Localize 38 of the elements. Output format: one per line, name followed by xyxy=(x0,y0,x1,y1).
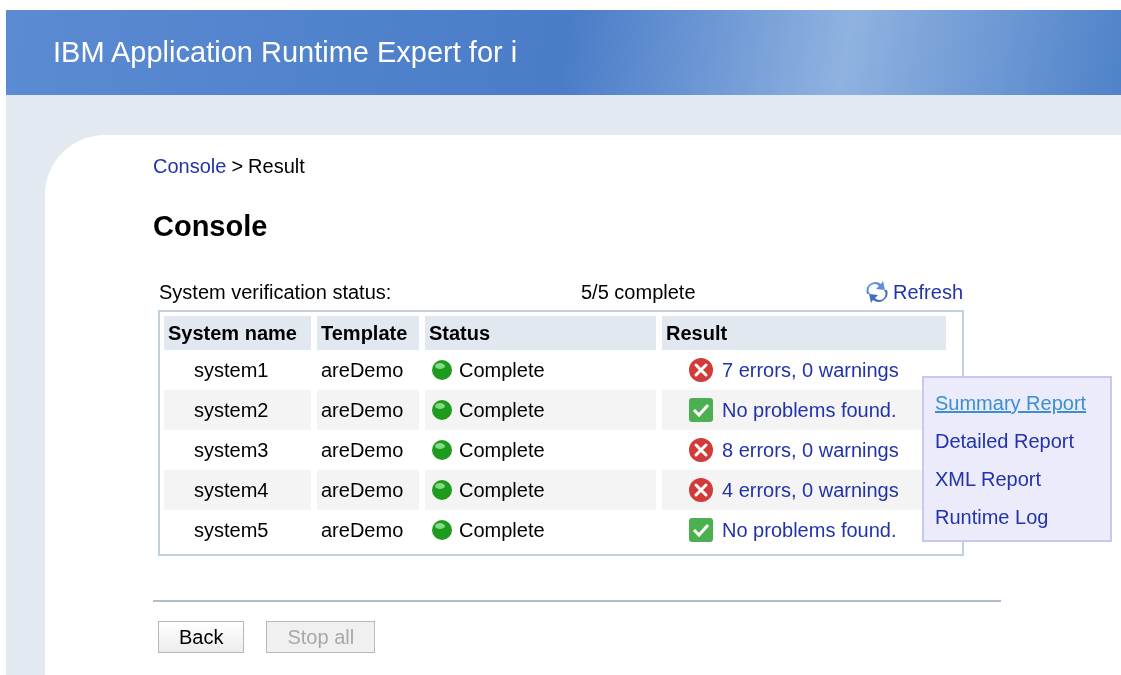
status-text: Complete xyxy=(459,517,545,543)
column-header: System name xyxy=(164,315,311,350)
status-text: Complete xyxy=(459,477,545,503)
status-text: Complete xyxy=(459,357,545,383)
error-icon xyxy=(688,356,714,383)
table-cell: system2 xyxy=(164,389,311,430)
status-dot-icon xyxy=(431,518,453,541)
error-icon xyxy=(688,476,714,503)
page-heading: Console xyxy=(153,209,269,244)
status-dot-icon xyxy=(431,398,453,421)
menu-item[interactable]: Runtime Log xyxy=(935,502,1049,532)
column-header: Template xyxy=(317,315,419,350)
menu-item[interactable]: Detailed Report xyxy=(935,426,1074,456)
table-cell: system4 xyxy=(164,469,311,510)
table-cell: areDemo xyxy=(317,469,419,510)
status-dot-icon xyxy=(431,438,453,461)
check-icon xyxy=(688,516,714,543)
table-cell: areDemo xyxy=(317,389,419,430)
column-header: Result xyxy=(662,315,946,350)
status-label: System verification status: xyxy=(159,279,393,305)
column-header: Status xyxy=(425,315,656,350)
result-link[interactable]: No problems found. xyxy=(722,514,897,545)
breadcrumb-link[interactable]: Console xyxy=(153,151,227,181)
app-title: IBM Application Runtime Expert for i xyxy=(53,34,518,70)
breadcrumb-current: Result xyxy=(248,154,305,179)
status-dot-icon xyxy=(431,478,453,501)
breadcrumb-separator: > xyxy=(231,154,244,179)
error-icon xyxy=(688,436,714,463)
back-button[interactable]: Back xyxy=(158,620,245,653)
status-dot-icon xyxy=(431,358,453,381)
check-icon xyxy=(688,396,714,423)
result-link[interactable]: 7 errors, 0 warnings xyxy=(722,354,899,385)
status-value: 5/5 complete xyxy=(581,279,697,305)
refresh-link[interactable]: Refresh xyxy=(862,276,963,307)
status-text: Complete xyxy=(459,437,545,463)
result-link[interactable]: 8 errors, 0 warnings xyxy=(722,434,899,465)
menu-item[interactable]: XML Report xyxy=(935,464,1041,494)
status-text: Complete xyxy=(459,397,545,423)
